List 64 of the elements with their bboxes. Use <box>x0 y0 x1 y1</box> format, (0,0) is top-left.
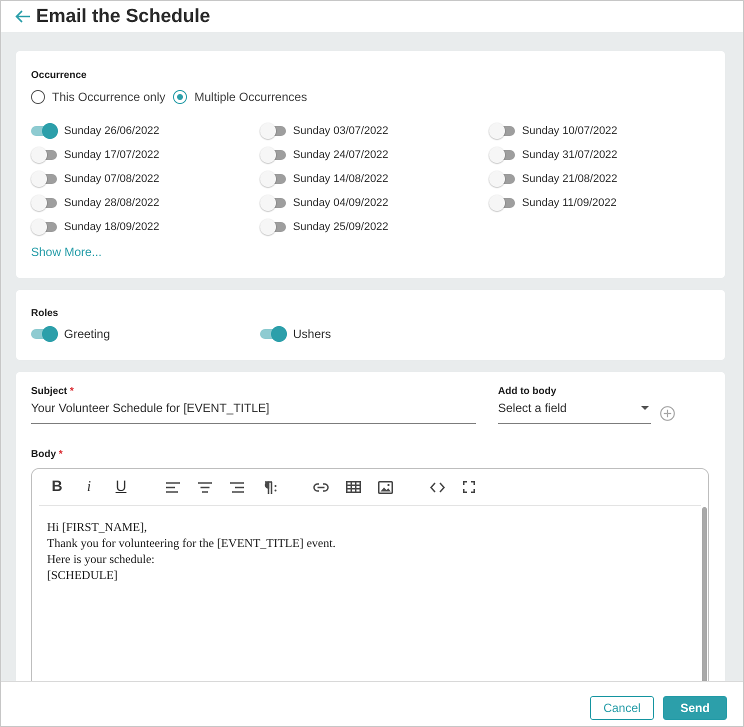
toggle-label: Sunday 26/06/2022 <box>64 124 160 138</box>
bold-button[interactable]: B <box>50 478 64 496</box>
toggle-switch[interactable] <box>489 147 517 163</box>
section-label: Roles <box>31 307 58 321</box>
toggle-label: Sunday 18/09/2022 <box>64 220 160 234</box>
align-center-icon[interactable] <box>198 482 212 492</box>
subject-field[interactable]: Your Volunteer Schedule for [EVENT_TITLE] <box>31 400 476 424</box>
toggle-label: Sunday 21/08/2022 <box>522 172 618 186</box>
toggle-label: Greeting <box>64 327 110 341</box>
toggle-label: Sunday 07/08/2022 <box>64 172 160 186</box>
toggle-label: Sunday 10/07/2022 <box>522 124 618 138</box>
caret-icon <box>641 406 649 410</box>
body-text-line: [SCHEDULE] <box>47 567 119 583</box>
image-icon[interactable] <box>378 480 392 494</box>
toggle-switch[interactable] <box>31 147 59 163</box>
body-text-line: Here is your schedule: <box>47 551 156 567</box>
italic-button[interactable]: i <box>84 478 94 496</box>
toggle-label: Sunday 14/08/2022 <box>293 172 388 186</box>
toggle-switch[interactable] <box>260 195 288 211</box>
toggle-label: Sunday 31/07/2022 <box>522 148 618 162</box>
back-arrow-icon[interactable] <box>15 10 30 23</box>
toggle-switch[interactable] <box>260 219 288 235</box>
code-icon[interactable] <box>430 482 444 492</box>
radio-label: This Occurrence only <box>52 89 166 105</box>
scrollbar-thumb[interactable] <box>702 507 707 681</box>
radio-button[interactable] <box>173 90 188 104</box>
field-label: Add to body <box>498 385 558 399</box>
fullscreen-icon[interactable] <box>463 481 475 493</box>
link-icon[interactable] <box>313 482 329 492</box>
align-right-icon[interactable] <box>230 482 244 492</box>
body-text-line: Thank you for volunteering for the [EVENT_TITLE] event. <box>47 535 337 551</box>
toggle-switch[interactable] <box>260 171 288 187</box>
toggle-label: Sunday 04/09/2022 <box>293 196 388 210</box>
toggle-switch[interactable] <box>31 171 59 187</box>
field-label: Subject * <box>31 385 75 399</box>
toggle-label: Sunday 11/09/2022 <box>522 196 617 210</box>
toggle-label: Ushers <box>293 327 332 341</box>
toggle-switch[interactable] <box>489 123 517 139</box>
plus-circle-icon[interactable] <box>660 406 675 421</box>
toggle-label: Sunday 25/09/2022 <box>293 220 388 234</box>
radio-button[interactable] <box>31 90 45 104</box>
radio-label: Multiple Occurrences <box>194 89 308 105</box>
toggle-switch[interactable] <box>489 195 517 211</box>
body-text-line: Hi [FIRST_NAME], <box>47 519 148 535</box>
toggle-label: Sunday 24/07/2022 <box>293 148 388 162</box>
toggle-label: Sunday 17/07/2022 <box>64 148 160 162</box>
underline-button[interactable]: U <box>114 478 128 496</box>
toggle-switch[interactable] <box>489 171 517 187</box>
page-title: Email the Schedule <box>36 6 210 28</box>
toggle-switch[interactable] <box>31 219 59 235</box>
align-left-icon[interactable] <box>166 482 180 492</box>
toggle-label: Sunday 28/08/2022 <box>64 196 160 210</box>
toggle-label: Sunday 03/07/2022 <box>293 124 388 138</box>
toggle-switch[interactable] <box>260 326 288 342</box>
toggle-switch[interactable] <box>31 123 59 139</box>
toggle-switch[interactable] <box>260 123 288 139</box>
rich-text-editor[interactable]: B i U Hi [FIRST_NAME], Thank you for volunteering for the [EVENT_TITLE] event. Here is your schedule: [SCHEDULE] <box>31 468 709 681</box>
table-icon[interactable] <box>346 481 360 493</box>
section-label: Occurrence <box>31 69 87 83</box>
toggle-switch[interactable] <box>31 195 59 211</box>
toggle-switch[interactable] <box>260 147 288 163</box>
field-dropdown[interactable]: Select a field <box>498 400 651 424</box>
field-label: Body * <box>31 449 63 460</box>
toggle-switch[interactable] <box>31 326 59 342</box>
